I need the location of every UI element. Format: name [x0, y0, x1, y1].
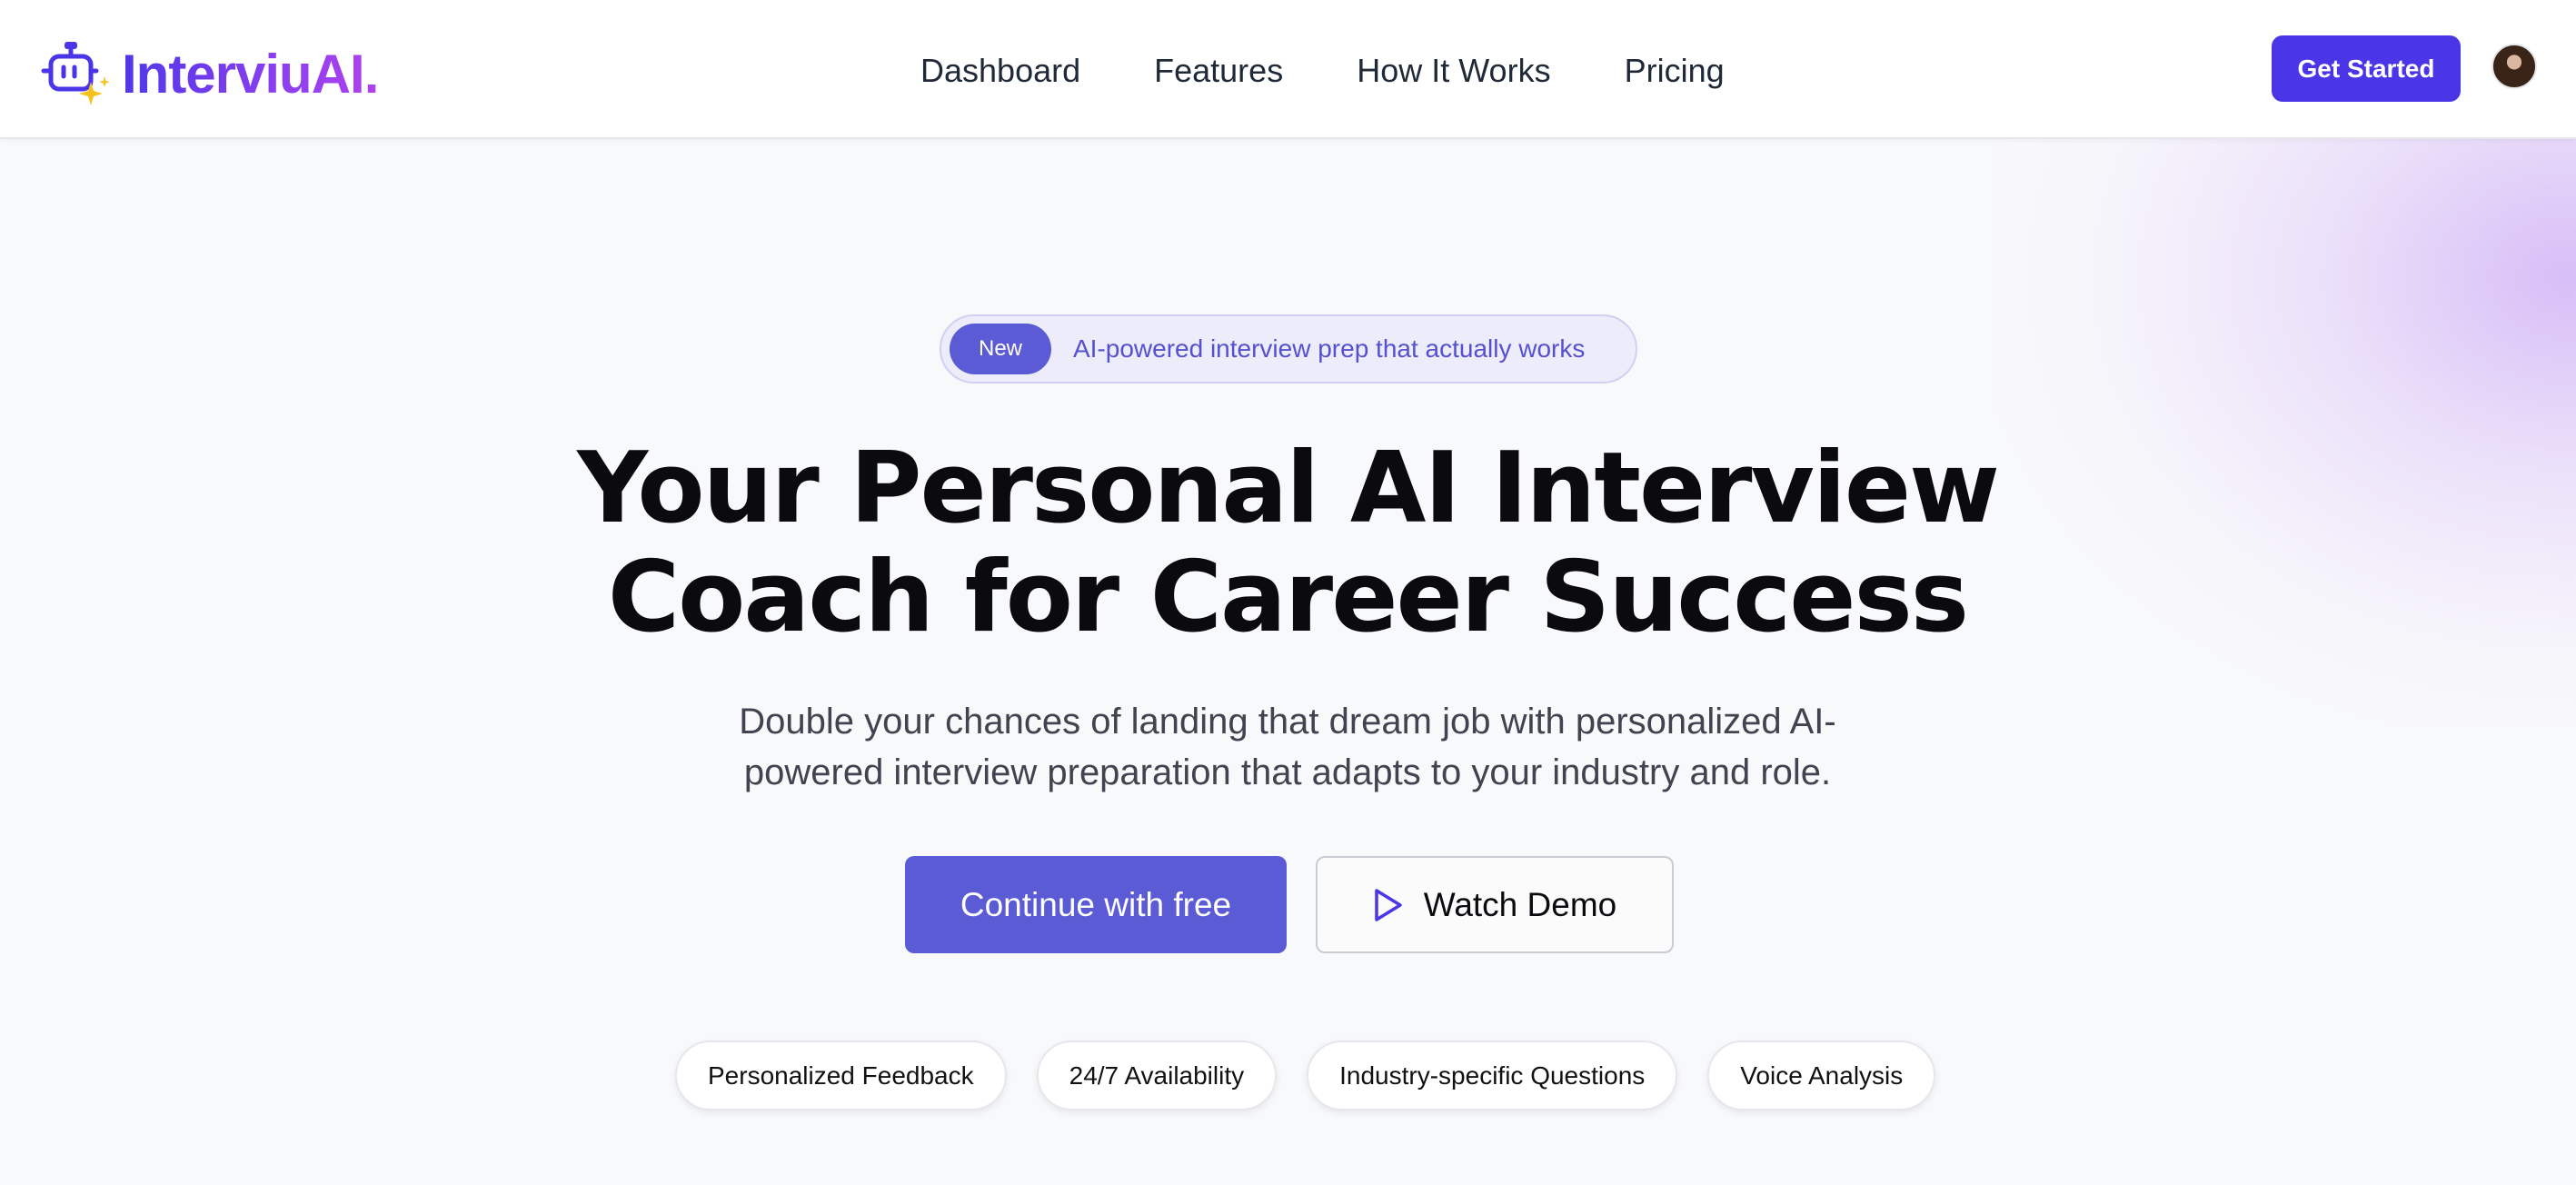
brand-name: InterviuAI.: [122, 40, 379, 109]
nav-pricing[interactable]: Pricing: [1625, 45, 1725, 96]
continue-free-button[interactable]: Continue with free: [905, 856, 1287, 953]
hero-headline: Your Personal AI Interview Coach for Car…: [379, 434, 2196, 652]
subtitle-line-1: Double your chances of landing that drea…: [739, 702, 1836, 742]
subtitle-line-2: powered interview preparation that adapt…: [743, 752, 1832, 792]
watch-demo-button[interactable]: Watch Demo: [1316, 856, 1674, 953]
feature-chips: Personalized Feedback 24/7 Availability …: [675, 1041, 1936, 1110]
robot-sparkle-icon: [40, 40, 120, 109]
chip-voice-analysis: Voice Analysis: [1707, 1041, 1936, 1110]
user-avatar[interactable]: [2491, 44, 2537, 89]
chip-availability: 24/7 Availability: [1036, 1041, 1278, 1110]
nav-features[interactable]: Features: [1154, 45, 1283, 96]
landing-page: InterviuAI. Dashboard Features How It Wo…: [0, 0, 2576, 1185]
play-icon: [1373, 888, 1404, 922]
announcement-badge: New AI-powered interview prep that actua…: [940, 314, 1637, 383]
badge-text: AI-powered interview prep that actually …: [1073, 334, 1586, 363]
nav-dashboard[interactable]: Dashboard: [920, 45, 1080, 96]
headline-line-1: Your Personal AI Interview: [577, 432, 2000, 545]
brand-logo[interactable]: InterviuAI.: [40, 40, 379, 109]
site-header: InterviuAI. Dashboard Features How It Wo…: [0, 0, 2576, 139]
watch-demo-label: Watch Demo: [1423, 885, 1617, 923]
get-started-button[interactable]: Get Started: [2272, 35, 2461, 102]
main-nav: Dashboard Features How It Works Pricing: [920, 45, 1725, 96]
headline-line-2: Coach for Career Success: [607, 541, 1969, 654]
chip-personalized-feedback: Personalized Feedback: [675, 1041, 1007, 1110]
hero-subtitle: Double your chances of landing that drea…: [697, 696, 1878, 798]
nav-how-it-works[interactable]: How It Works: [1357, 45, 1550, 96]
new-tag: New: [950, 324, 1051, 374]
chip-industry-questions: Industry-specific Questions: [1307, 1041, 1678, 1110]
